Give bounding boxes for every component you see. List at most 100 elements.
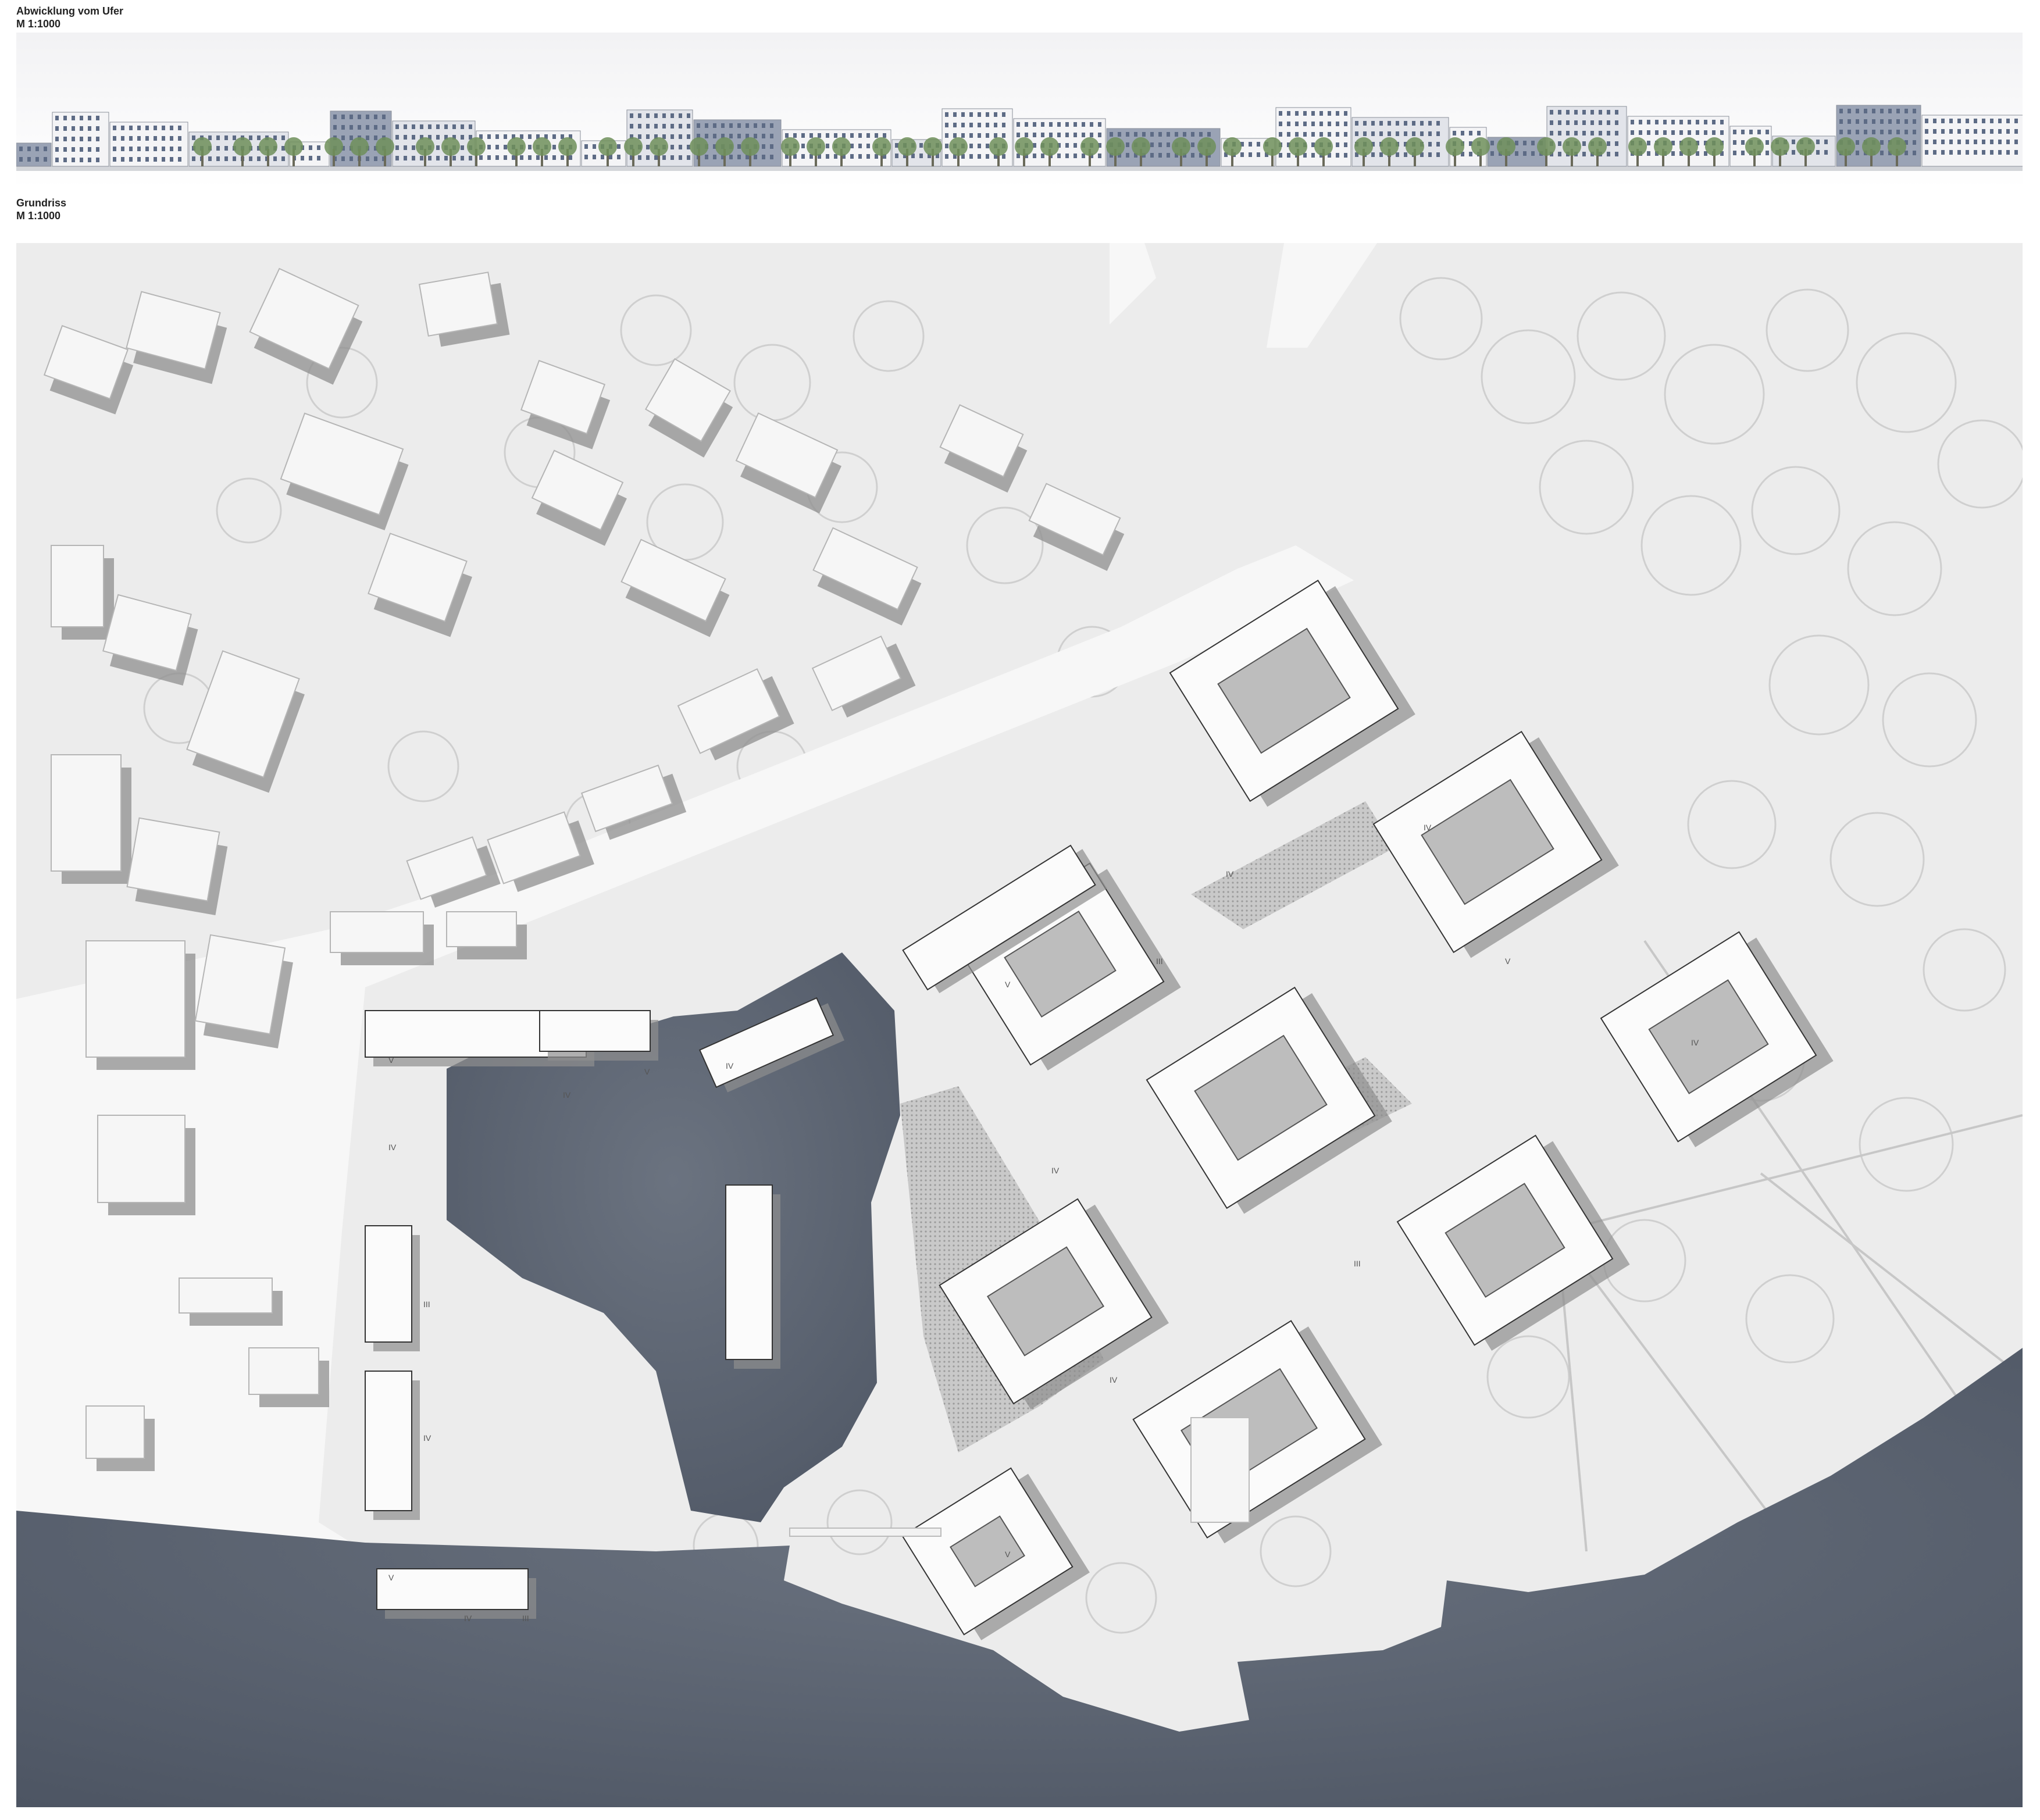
elevation-window [809, 133, 813, 138]
elevation-window [154, 147, 157, 151]
elevation-window [1824, 140, 1828, 144]
elevation-window [162, 136, 165, 141]
elevation-window [866, 133, 870, 138]
elevation-window [785, 133, 789, 138]
elevation-window [770, 134, 773, 138]
elevation-window [762, 134, 765, 138]
elevation-window [1082, 133, 1085, 137]
elevation-window [1303, 132, 1307, 137]
elevation-tree-crown [1172, 137, 1190, 156]
elevation-window [27, 157, 31, 162]
elevation-window [436, 124, 440, 129]
elevation-window [1041, 133, 1044, 137]
elevation-tree-crown [781, 137, 800, 156]
elevation-window [317, 156, 320, 160]
elevation-window [1158, 153, 1162, 158]
elevation-window [137, 157, 141, 162]
elevation-window [1974, 119, 1977, 123]
elevation-window [1766, 130, 1769, 134]
elevation-window [121, 147, 124, 151]
elevation-window [1720, 120, 1724, 124]
elevation-window [1607, 131, 1610, 135]
elevation-window [1319, 122, 1323, 126]
elevation-window [1469, 131, 1472, 135]
elevation-window [1098, 122, 1101, 127]
elevation-window [436, 135, 440, 140]
elevation-window [1647, 130, 1650, 135]
site-plan-drawing: V IV III IV V IV III IV V IV V IV III IV IV V IV III IV V [16, 243, 2023, 1807]
elevation-window [273, 156, 277, 161]
elevation-window [395, 124, 399, 129]
elevation-window [978, 112, 981, 117]
elevation-tree-crown [1888, 137, 1906, 156]
elevation-window [257, 135, 261, 140]
elevation-window [1191, 132, 1194, 137]
elevation-window [762, 144, 765, 149]
elevation-window [1025, 122, 1028, 127]
elevation-window [762, 123, 765, 128]
elevation-window [1344, 132, 1347, 137]
elevation-window [945, 112, 948, 117]
elevation-window [1412, 131, 1415, 136]
elevation-window [412, 145, 415, 150]
elevation-window [233, 135, 236, 140]
elevation-window [646, 113, 650, 118]
elevation-window [1582, 152, 1586, 156]
floor-label: III [423, 1300, 430, 1309]
elevation-tree-crown [1588, 137, 1607, 156]
elevation-facade [1546, 106, 1627, 167]
elevation-window [257, 156, 261, 161]
elevation-window [1057, 154, 1061, 158]
elevation-tree-crown [1354, 137, 1373, 156]
elevation-window [1126, 153, 1129, 158]
elevation-window [55, 147, 59, 152]
elevation-window [1949, 150, 1953, 155]
elevation-window [544, 155, 548, 160]
elevation-window [1615, 152, 1618, 156]
elevation-window [1126, 132, 1129, 137]
elevation-window [63, 126, 67, 131]
building-roof [85, 940, 186, 1058]
elevation-window [1017, 122, 1020, 127]
elevation-tree-crown [441, 137, 460, 156]
elevation-window [1647, 120, 1650, 124]
elevation-window [216, 135, 220, 140]
elevation-tree-crown [507, 137, 526, 156]
elevation-window [1033, 154, 1036, 158]
elevation-window [129, 147, 133, 151]
elevation-window [969, 112, 973, 117]
elevation-window [986, 123, 989, 127]
elevation-window [349, 115, 353, 119]
elevation-window [404, 124, 407, 129]
elevation-window [1344, 153, 1347, 158]
elevation-window [121, 157, 124, 162]
elevation-window [224, 146, 228, 151]
elevation-window [646, 124, 650, 129]
elevation-window [479, 155, 483, 160]
elevation-window [1990, 119, 1993, 123]
elevation-window [404, 156, 407, 160]
elevation-window [1966, 140, 1969, 144]
elevation-window [705, 155, 708, 159]
elevation-window [617, 155, 620, 159]
elevation-window [978, 133, 981, 138]
elevation-window [1017, 133, 1020, 137]
elevation-tree-crown [1796, 137, 1815, 156]
elevation-window [1550, 110, 1553, 115]
elevation-window [1888, 109, 1892, 113]
elevation-window [1404, 121, 1407, 126]
elevation-window [395, 145, 399, 150]
elevation-window [1074, 122, 1077, 127]
elevation-window [969, 144, 973, 148]
elevation-window [638, 155, 641, 160]
elevation-window [945, 133, 948, 138]
elevation-window [1913, 119, 1916, 124]
elevation-window [671, 113, 674, 118]
elevation-window [1404, 131, 1407, 136]
elevation-window [1336, 111, 1339, 116]
elevation-window [436, 145, 440, 150]
elevation-window [1336, 153, 1339, 158]
elevation-window [1065, 133, 1069, 137]
elevation-window [1688, 130, 1691, 135]
elevation-window [1436, 131, 1440, 136]
